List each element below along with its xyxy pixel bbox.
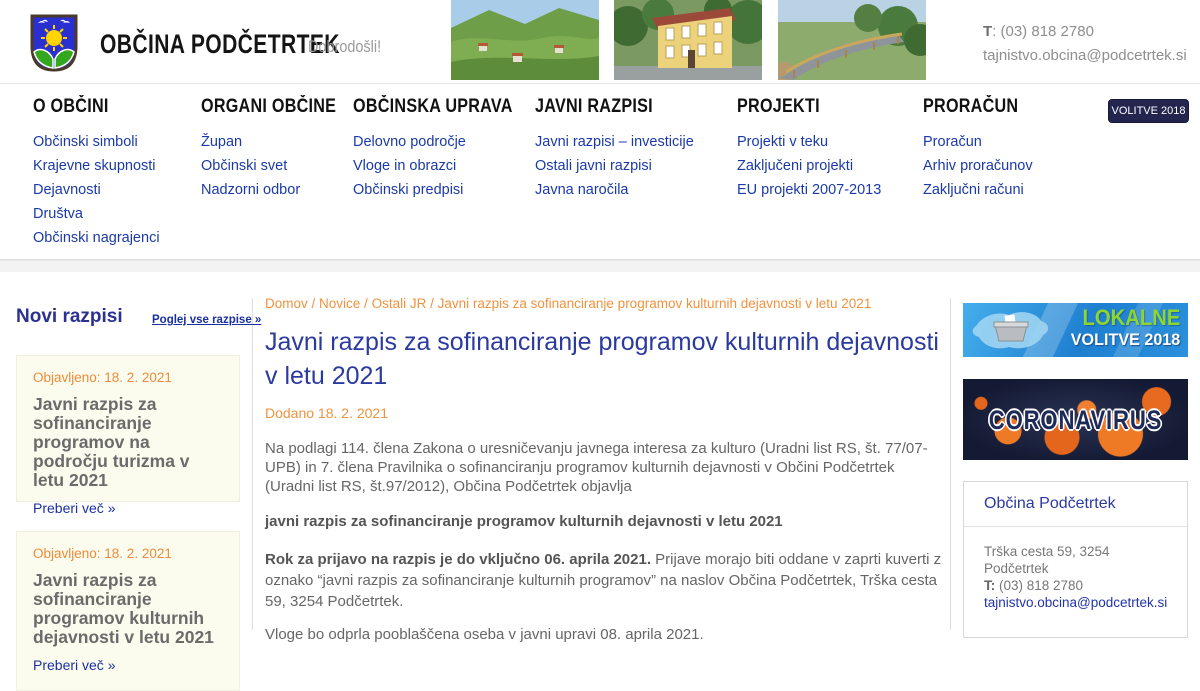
nav-link[interactable]: Občinski svet [201, 154, 360, 178]
municipality-coat-of-arms-logo[interactable] [30, 14, 78, 72]
site-title[interactable]: OBČINA PODČETRTEK [100, 29, 340, 60]
nav-link[interactable]: Zaključni računi [923, 178, 1035, 202]
nav-link[interactable]: Vloge in obrazci [353, 154, 541, 178]
contact-phone: T: (03) 818 2780 [984, 578, 1084, 593]
coronavirus-banner[interactable]: CORONAVIRUS [963, 379, 1188, 460]
article-paragraph: Vloge bo odprla pooblaščena oseba v javn… [265, 626, 704, 643]
lokalne-volitve-2018-banner[interactable]: LOKALNE VOLITVE 2018 [963, 303, 1188, 357]
contact-box-title: Občina Podčetrtek [964, 482, 1187, 527]
nav-column-javni-razpisi: JAVNI RAZPISI Javni razpisi – investicij… [535, 96, 694, 202]
nav-heading[interactable]: OBČINSKA UPRAVA [353, 96, 513, 118]
nav-link[interactable]: Delovno področje [353, 130, 541, 154]
main-navigation: O OBČINI Občinski simboli Krajevne skupn… [0, 84, 1200, 260]
nav-heading[interactable]: PRORAČUN [923, 96, 1018, 118]
contact-box-body: Trška cesta 59, 3254 Podčetrtek T: (03) … [964, 527, 1187, 637]
news-published-date: Objavljeno: 18. 2. 2021 [33, 546, 172, 561]
nav-column-obcinska-uprava: OBČINSKA UPRAVA Delovno področje Vloge i… [353, 96, 541, 202]
nav-column-projekti: PROJEKTI Projekti v teku Zaključeni proj… [737, 96, 881, 202]
right-sidebar: LOKALNE VOLITVE 2018 CORONAVIRUS Občina … [963, 303, 1188, 638]
contact-email-link[interactable]: tajnistvo.obcina@podcetrtek.si [984, 595, 1167, 610]
breadcrumb-home[interactable]: Domov [265, 296, 308, 311]
page-title: Javni razpis za sofinanciranje programov… [265, 328, 939, 390]
nav-column-organi-obcine: ORGANI OBČINE Župan Občinski svet Nadzor… [201, 96, 360, 202]
nav-heading[interactable]: O OBČINI [33, 96, 109, 118]
nav-link[interactable]: Ostali javni razpisi [535, 154, 694, 178]
nav-link[interactable]: Občinski predpisi [353, 178, 541, 202]
banner-volitve-line2: VOLITVE 2018 [1070, 330, 1180, 349]
news-card[interactable]: Objavljeno: 18. 2. 2021 Javni razpis za … [16, 531, 240, 691]
nav-link[interactable]: Krajevne skupnosti [33, 154, 160, 178]
nav-link[interactable]: Dejavnosti [33, 178, 160, 202]
header: OBČINA PODČETRTEK Dobrodošli! T: (03) 81… [0, 0, 1200, 84]
article: Domov / Novice / Ostali JR / Javni razpi… [265, 296, 947, 657]
breadcrumb: Domov / Novice / Ostali JR / Javni razpi… [265, 296, 872, 311]
breadcrumb-current: Javni razpis za sofinanciranje programov… [437, 296, 872, 311]
read-more-link[interactable]: Preberi več » [33, 657, 115, 673]
contact-box: Občina Podčetrtek Trška cesta 59, 3254 P… [963, 481, 1188, 638]
header-contact: T: (03) 818 2780 tajnistvo.obcina@podcet… [983, 20, 1187, 68]
article-paragraph: Rok za prijavo na razpis je do vključno … [265, 551, 942, 610]
news-published-date: Objavljeno: 18. 2. 2021 [33, 370, 172, 385]
welcome-text: Dobrodošli! [308, 37, 382, 56]
view-all-razpisi-link[interactable]: Poglej vse razpise » [152, 314, 261, 326]
volitve-2018-button[interactable]: VOLITVE 2018 [1108, 99, 1189, 123]
divider-right [950, 298, 951, 630]
nav-link[interactable]: Arhiv proračunov [923, 154, 1035, 178]
nav-link[interactable]: Javna naročila [535, 178, 694, 202]
nav-link[interactable]: Občinski simboli [33, 130, 160, 154]
nav-link[interactable]: EU projekti 2007-2013 [737, 178, 881, 202]
news-card[interactable]: Objavljeno: 18. 2. 2021 Javni razpis za … [16, 355, 240, 516]
article-paragraph: Na podlagi 114. člena Zakona o uresničev… [265, 440, 928, 495]
article-date: Dodano 18. 2. 2021 [265, 405, 388, 421]
nav-link[interactable]: Zaključeni projekti [737, 154, 881, 178]
news-title[interactable]: Javni razpis za sofinanciranje programov… [33, 571, 223, 647]
nav-link[interactable]: Nadzorni odbor [201, 178, 360, 202]
breadcrumb-novice[interactable]: Novice [319, 296, 360, 311]
contact-address: Trška cesta 59, 3254 Podčetrtek [984, 544, 1110, 576]
header-photo-municipality-building [614, 0, 762, 80]
nav-heading[interactable]: JAVNI RAZPISI [535, 96, 653, 118]
coronavirus-banner-text: CORONAVIRUS [988, 405, 1163, 435]
header-photo-road [778, 0, 926, 80]
breadcrumb-ostali-jr[interactable]: Ostali JR [372, 296, 427, 311]
sidebar-title: Novi razpisi [16, 306, 123, 327]
banner-volitve-text: LOKALNE VOLITVE 2018 [1065, 307, 1180, 349]
news-title[interactable]: Javni razpis za sofinanciranje programov… [33, 395, 223, 490]
nav-column-o-obcini: O OBČINI Občinski simboli Krajevne skupn… [33, 96, 160, 250]
header-phone: T: (03) 818 2780 [983, 23, 1094, 40]
nav-heading[interactable]: ORGANI OBČINE [201, 96, 336, 118]
page: OBČINA PODČETRTEK Dobrodošli! T: (03) 81… [0, 0, 1200, 691]
nav-link[interactable]: Javni razpisi – investicije [535, 130, 694, 154]
nav-heading[interactable]: PROJEKTI [737, 96, 820, 118]
phone-label: T [983, 23, 993, 40]
header-email-link[interactable]: tajnistvo.obcina@podcetrtek.si [983, 47, 1187, 64]
nav-link[interactable]: Občinski nagrajenci [33, 226, 160, 250]
article-paragraph-bold: javni razpis za sofinanciranje programov… [265, 513, 783, 530]
nav-link[interactable]: Proračun [923, 130, 1035, 154]
deadline-text: Rok za prijavo na razpis je do vključno … [265, 551, 651, 568]
banner-volitve-line1: LOKALNE [1082, 305, 1180, 330]
nav-link[interactable]: Projekti v teku [737, 130, 881, 154]
nav-column-proracun: PRORAČUN Proračun Arhiv proračunov Zaklj… [923, 96, 1035, 202]
read-more-link[interactable]: Preberi več » [33, 500, 115, 516]
divider-left [252, 298, 253, 630]
nav-link[interactable]: Društva [33, 202, 160, 226]
separator-band [0, 260, 1200, 272]
nav-link[interactable]: Župan [201, 130, 360, 154]
header-photo-hillside [451, 0, 599, 80]
slovenia-map-ballot-icon [965, 305, 1075, 357]
